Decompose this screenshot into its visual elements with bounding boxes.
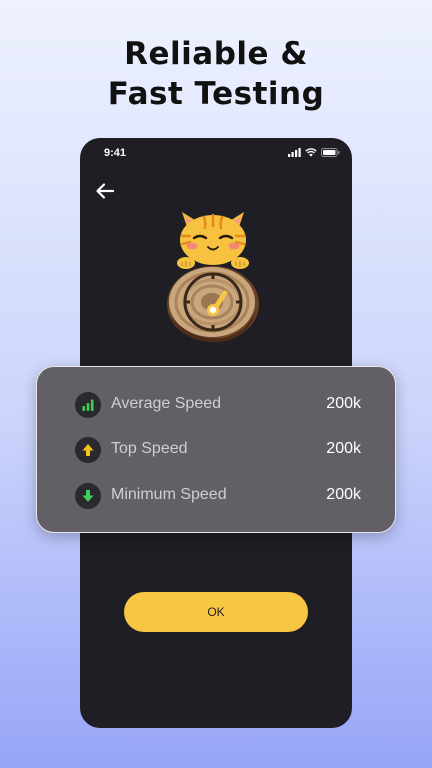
stat-value: 200k [326, 440, 361, 457]
stat-label: Minimum Speed [111, 486, 227, 503]
bar-chart-icon [75, 392, 101, 418]
wifi-icon [305, 148, 317, 157]
stat-value: 200k [326, 395, 361, 412]
status-icons [288, 148, 340, 157]
stat-value: 200k [326, 486, 361, 503]
status-time: 9:41 [104, 147, 127, 159]
cat-head [177, 212, 249, 269]
signal-icon [288, 148, 301, 157]
status-bar: 9:41 [80, 138, 352, 170]
stat-row-average-speed: Average Speed 200k [75, 392, 361, 420]
arrow-up-icon [75, 437, 101, 463]
stat-label: Top Speed [111, 440, 188, 457]
arrow-down-icon [75, 483, 101, 509]
arrow-left-icon [96, 183, 115, 199]
stat-row-top-speed: Top Speed 200k [75, 437, 361, 465]
headline-line-1: Reliable & [124, 36, 308, 72]
headline-line-2: Fast Testing [107, 76, 325, 112]
stat-label: Average Speed [111, 395, 222, 412]
ok-button[interactable]: OK [124, 592, 308, 632]
battery-icon [321, 148, 340, 157]
headline: Reliable & Fast Testing [0, 34, 432, 114]
speed-stats-card: Average Speed 200k Top Speed 200k Minimu… [36, 366, 396, 533]
cat-mascot-illustration [167, 212, 259, 343]
stat-row-minimum-speed: Minimum Speed 200k [75, 483, 361, 511]
back-button[interactable] [92, 178, 118, 204]
